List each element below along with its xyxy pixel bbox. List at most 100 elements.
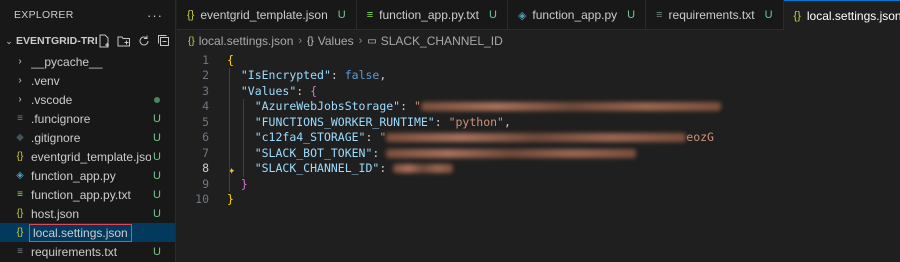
code-line: 1{: [177, 52, 900, 68]
line-number: 8: [202, 161, 209, 176]
tab-label: local.settings.json: [806, 8, 900, 23]
breadcrumb-values[interactable]: Values: [318, 34, 354, 48]
explorer-header: EXPLORER ···: [0, 0, 175, 30]
refresh-icon[interactable]: [137, 34, 151, 48]
code-token: ,: [503, 114, 511, 129]
code-text: }: [227, 177, 248, 191]
code-token: "python": [448, 114, 504, 129]
code-line: 8 "SLACK_CHANNEL_ID": ✦: [177, 161, 900, 177]
tab-eventgrid-template-json[interactable]: {} eventgrid_template.json U: [177, 0, 357, 30]
tree-item-label: function_app.py.txt: [31, 187, 131, 202]
string-icon: ▭: [367, 35, 377, 47]
code-token: :: [372, 145, 387, 160]
explorer-title: EXPLORER: [14, 9, 74, 21]
tree-item[interactable]: ◈ function_app.py U: [0, 166, 175, 185]
code-token: :: [365, 130, 380, 145]
tab-label: eventgrid_template.json: [200, 8, 328, 22]
file-lines-icon: ≡: [17, 246, 23, 257]
tree-item[interactable]: › __pycache__: [0, 52, 175, 71]
redacted-value: [386, 148, 637, 158]
code-text: "SLACK_CHANNEL_ID":: [227, 161, 454, 176]
code-text: "Values": {: [227, 84, 317, 98]
tree-item-label: host.json: [31, 206, 80, 221]
code-token: {: [227, 52, 234, 67]
tab-function-app-py[interactable]: ◈ function_app.py U: [508, 0, 647, 30]
code-token: }: [240, 176, 248, 191]
workspace-folder[interactable]: ⌄ EVENTGRID-TRIG...: [0, 30, 175, 52]
tree-item-label: __pycache__: [31, 54, 103, 69]
code-token: :: [379, 161, 394, 176]
collapse-all-icon[interactable]: [157, 34, 171, 48]
tree-item[interactable]: ≡ .funcignore U: [0, 109, 175, 128]
tab-local-settings-json[interactable]: {}local.settings.json×: [783, 0, 900, 30]
tree-item-label: .vscode: [31, 92, 73, 107]
json-icon: {}: [16, 151, 24, 162]
tree-item[interactable]: ≡ function_app.py.txt U: [0, 185, 175, 204]
git-status: U: [337, 9, 346, 21]
json-icon: {}: [16, 227, 24, 238]
code-token: "SLACK_CHANNEL_ID": [254, 161, 380, 176]
redacted-value: [386, 133, 687, 143]
code-text: "FUNCTIONS_WORKER_RUNTIME": "python",: [227, 115, 511, 129]
breadcrumb-key[interactable]: SLACK_CHANNEL_ID: [381, 34, 503, 48]
code-line: 5 "FUNCTIONS_WORKER_RUNTIME": "python",: [177, 114, 900, 130]
file-tree: › __pycache__ › .venv › .vscode ≡ .funcignore U ◆…: [0, 52, 175, 261]
chevron-right-icon: ›: [18, 56, 22, 67]
editor-tabs: {} eventgrid_template.json U ≡ function_app.…: [177, 0, 900, 30]
tree-item[interactable]: {} eventgrid_template.json U: [0, 147, 175, 166]
code-token: "AzureWebJobsStorage": [254, 99, 401, 114]
git-status: U: [153, 245, 161, 258]
file-lines-icon: ≡: [17, 113, 23, 124]
chevron-down-icon: ⌄: [5, 35, 13, 46]
tree-item[interactable]: {} host.json U: [0, 204, 175, 223]
tab-label: requirements.txt: [668, 8, 755, 22]
code-line: 3 "Values": {: [177, 83, 900, 99]
chevron-right-icon: ›: [18, 94, 22, 105]
new-folder-icon[interactable]: [117, 34, 131, 48]
workspace-folder-name: EVENTGRID-TRIG...: [16, 35, 97, 47]
json-icon: {}: [16, 208, 24, 219]
line-number: 5: [202, 114, 209, 129]
tree-item[interactable]: ≡ requirements.txt U: [0, 242, 175, 261]
code-line: 6 "c12fa4_STORAGE": " eozG: [177, 130, 900, 146]
breadcrumb-file[interactable]: local.settings.json: [199, 34, 294, 48]
code-token: ": [413, 99, 421, 114]
line-number: 10: [195, 192, 209, 207]
git-status: U: [627, 9, 636, 21]
file-lines-icon: ≡: [17, 189, 23, 200]
line-number: 3: [202, 83, 209, 98]
tree-item-label: local.settings.json: [29, 223, 132, 242]
code-token: "SLACK_BOT_TOKEN": [254, 145, 373, 160]
code-token: :: [296, 83, 311, 98]
ellipsis-icon[interactable]: ···: [147, 8, 163, 23]
python-icon: ◈: [16, 170, 24, 181]
code-text: }: [227, 192, 234, 206]
code-token: :: [330, 68, 345, 83]
python-icon: ◈: [517, 9, 527, 22]
git-status: U: [764, 9, 773, 21]
tree-item[interactable]: › .venv: [0, 71, 175, 90]
tree-item[interactable]: ◆ .gitignore U: [0, 128, 175, 147]
code-editor[interactable]: 1{2 "IsEncrypted": false, 3 "Values": {4 …: [177, 52, 900, 262]
redacted-value: [420, 102, 721, 112]
folder-actions: [97, 34, 171, 48]
tree-item-label: eventgrid_template.json: [31, 149, 151, 164]
code-token: "IsEncrypted": [240, 68, 331, 83]
code-token: eozG: [686, 130, 714, 145]
indent-guide: [229, 67, 230, 192]
code-token: }: [227, 192, 234, 207]
tree-item[interactable]: › .vscode: [0, 90, 175, 109]
tree-item-label: requirements.txt: [31, 244, 118, 259]
code-line: 2 "IsEncrypted": false,: [177, 68, 900, 84]
code-token: ,: [379, 68, 387, 83]
tab-requirements-txt[interactable]: ≡ requirements.txt U: [646, 0, 784, 30]
new-file-icon[interactable]: [97, 34, 111, 48]
redacted-value: [393, 164, 454, 174]
git-status: U: [153, 112, 161, 125]
tree-item[interactable]: {} local.settings.json: [0, 223, 175, 242]
code-line: 9 }: [177, 176, 900, 192]
tab-function-app-py-txt[interactable]: ≡ function_app.py.txt U: [357, 0, 508, 30]
code-line: 7 "SLACK_BOT_TOKEN":: [177, 145, 900, 161]
